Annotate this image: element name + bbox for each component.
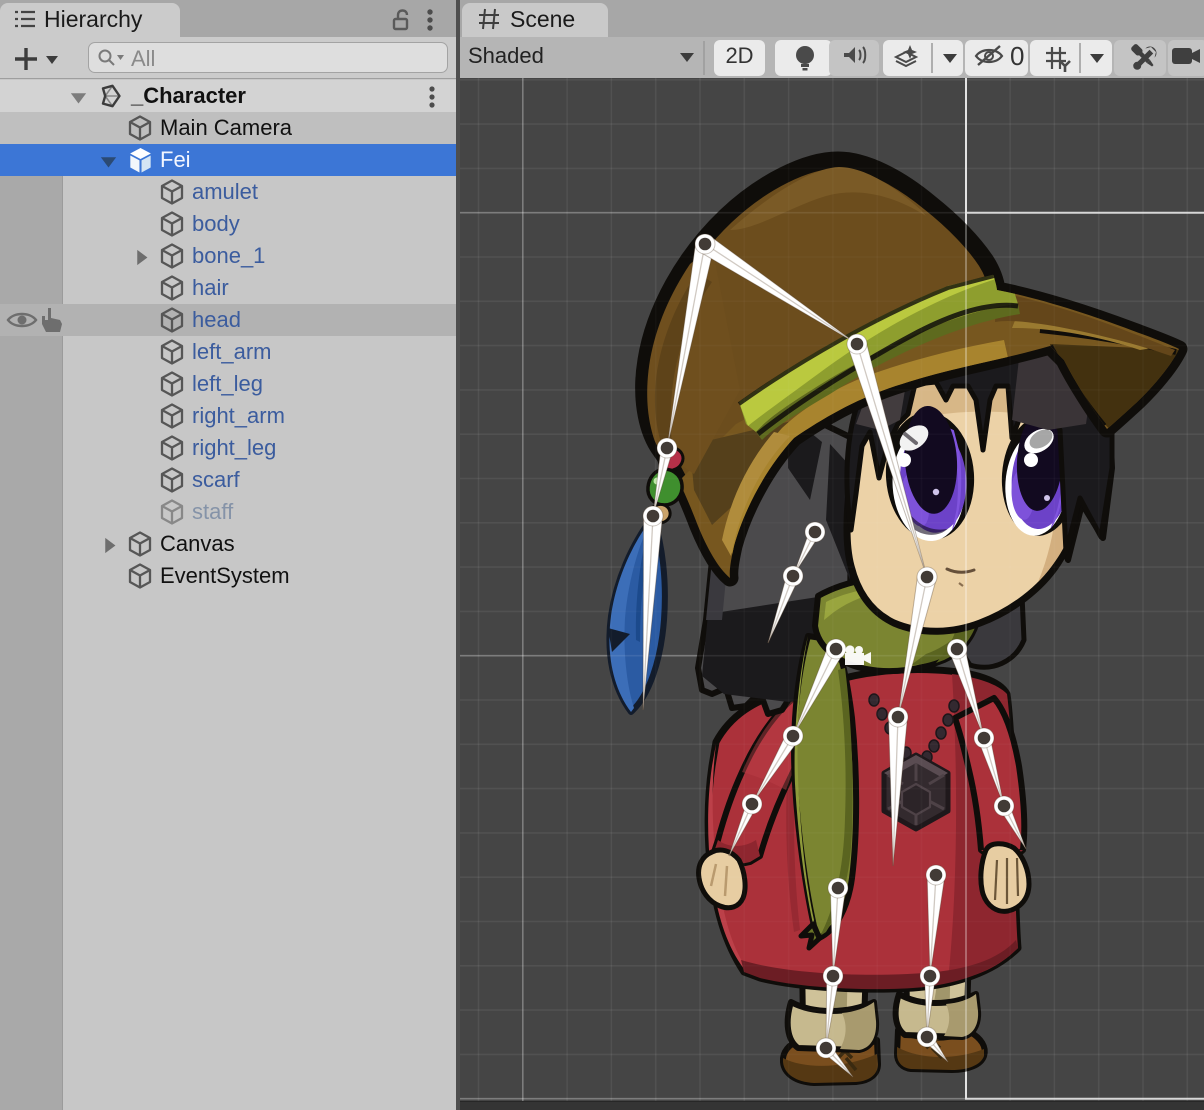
svg-text:0: 0 (1010, 41, 1024, 71)
